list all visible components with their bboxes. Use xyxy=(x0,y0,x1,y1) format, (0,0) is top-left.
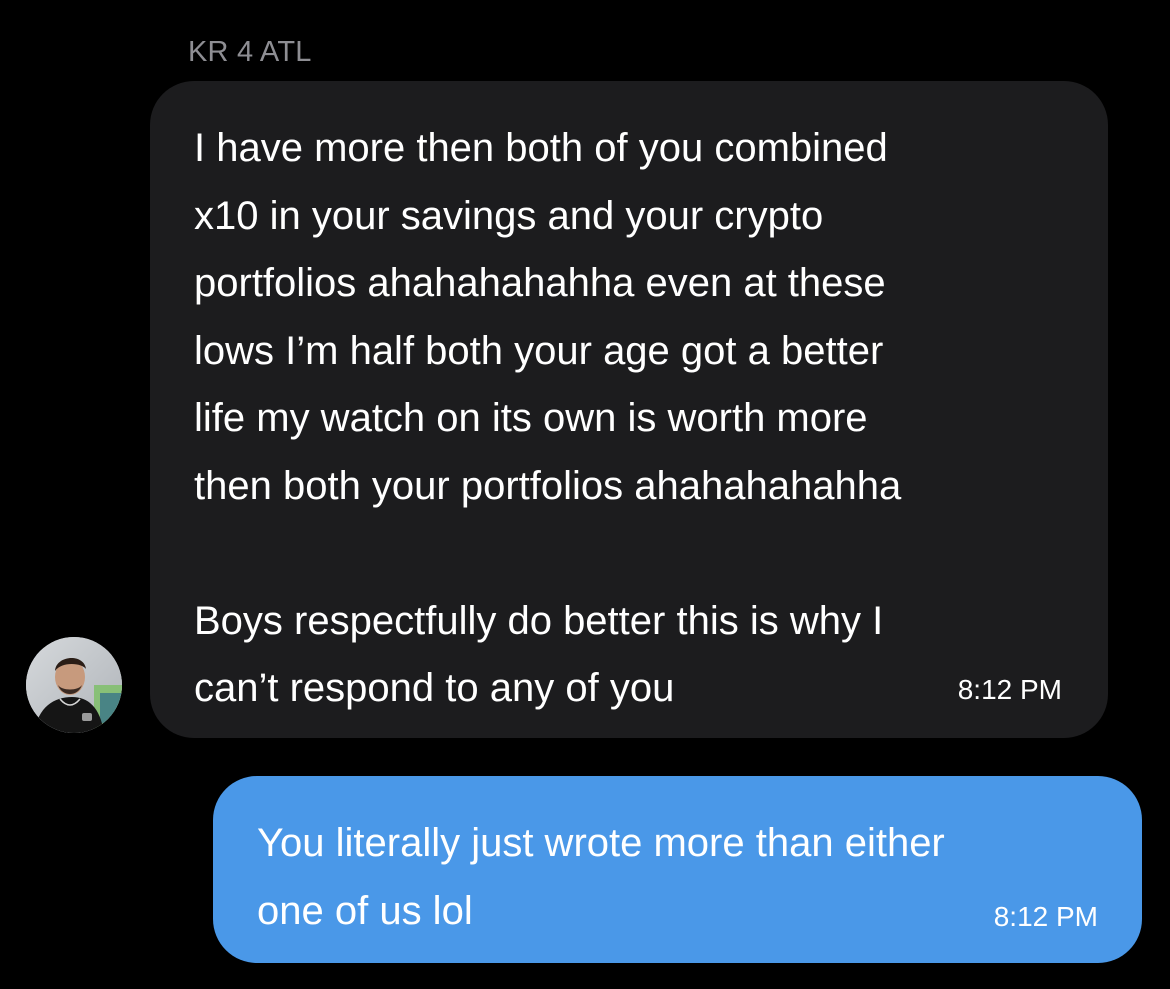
outgoing-message-bubble[interactable]: You literally just wrote more than eithe… xyxy=(213,776,1142,963)
outgoing-message-timestamp: 8:12 PM xyxy=(993,901,1098,932)
incoming-message-text: I have more then both of you combined x1… xyxy=(194,126,902,710)
outgoing-message-text: You literally just wrote more than eithe… xyxy=(257,821,945,933)
incoming-message-timestamp: 8:12 PM xyxy=(957,674,1062,705)
user-avatar-photo-icon xyxy=(26,637,122,733)
sender-avatar[interactable] xyxy=(26,637,122,733)
incoming-message-bubble[interactable]: I have more then both of you combined x1… xyxy=(150,81,1108,738)
sender-name[interactable]: KR 4 ATL xyxy=(188,36,312,69)
